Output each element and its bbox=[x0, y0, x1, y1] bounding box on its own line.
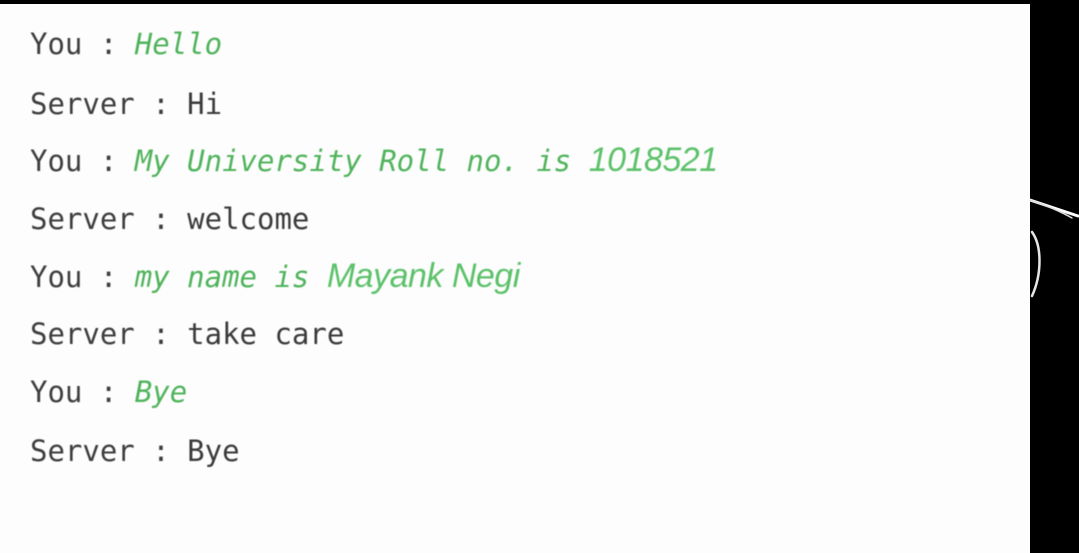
separator: : bbox=[134, 202, 188, 236]
server-message: welcome bbox=[187, 202, 310, 236]
chat-line-you: You : Bye bbox=[30, 370, 187, 414]
server-message: Bye bbox=[187, 434, 240, 468]
speaker-label: You bbox=[30, 260, 83, 294]
speaker-label: Server bbox=[30, 434, 135, 468]
chat-line-server: Server : Hi bbox=[30, 82, 222, 126]
chat-line-you: You : My University Roll no. is 1018521 bbox=[30, 138, 718, 182]
console-output: You : Hello Server : Hi You : My Univers… bbox=[0, 4, 1030, 553]
screenshot-frame: You : Hello Server : Hi You : My Univers… bbox=[0, 0, 1079, 553]
pen-annotation-scribble bbox=[1028, 198, 1079, 298]
chat-line-you: You : my name is Mayank Negi bbox=[30, 254, 520, 298]
client-message: Bye bbox=[134, 375, 188, 409]
roll-number-overlay: 1018521 bbox=[588, 141, 718, 179]
speaker-label: Server bbox=[30, 87, 135, 121]
speaker-label: Server bbox=[30, 317, 135, 351]
speaker-label: You bbox=[30, 144, 83, 178]
separator: : bbox=[134, 317, 188, 351]
separator: : bbox=[82, 375, 135, 409]
chat-line-server: Server : welcome bbox=[30, 197, 309, 241]
name-overlay: Mayank Negi bbox=[326, 257, 520, 295]
separator: : bbox=[82, 144, 135, 178]
chat-line-you: You : Hello bbox=[30, 22, 222, 66]
client-message: Hello bbox=[134, 27, 223, 61]
server-message: Hi bbox=[187, 87, 223, 121]
speaker-label: You bbox=[30, 27, 83, 61]
client-message: My University Roll no. is bbox=[134, 144, 589, 178]
speaker-label: You bbox=[30, 375, 83, 409]
separator: : bbox=[134, 87, 188, 121]
separator: : bbox=[82, 260, 135, 294]
chat-line-server: Server : Bye bbox=[30, 429, 240, 473]
client-message: my name is bbox=[134, 260, 327, 294]
separator: : bbox=[82, 27, 135, 61]
speaker-label: Server bbox=[30, 202, 135, 236]
chat-line-server: Server : take care bbox=[30, 312, 344, 356]
separator: : bbox=[134, 434, 188, 468]
server-message: take care bbox=[187, 317, 345, 351]
